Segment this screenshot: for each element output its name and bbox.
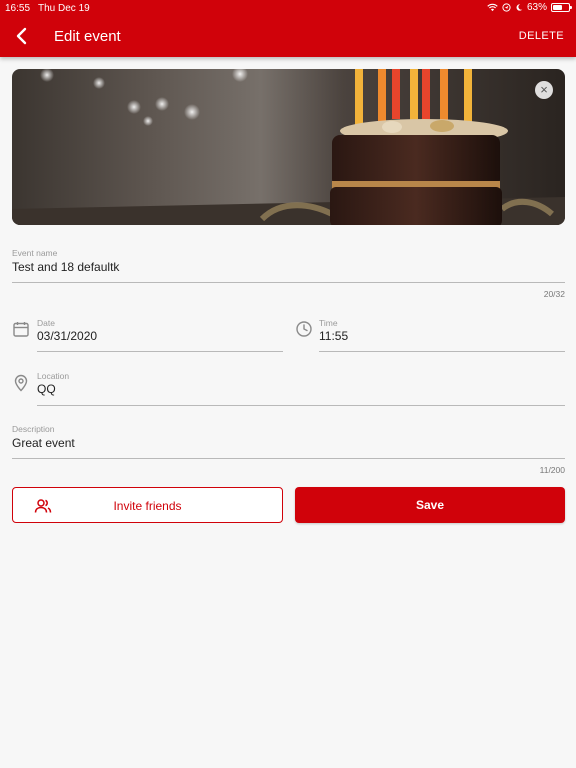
time-label: Time (319, 318, 338, 328)
description-field[interactable]: Great event (12, 436, 75, 450)
status-date: Thu Dec 19 (38, 3, 90, 14)
invite-friends-button[interactable]: Invite friends (12, 487, 283, 523)
date-label: Date (37, 318, 55, 328)
close-icon[interactable]: × (535, 81, 553, 99)
event-name-underline (12, 282, 565, 283)
status-bar: 16:55 Thu Dec 19 63% (0, 0, 576, 16)
app-bar: 16:55 Thu Dec 19 63% Edit event DELETE (0, 0, 576, 57)
battery-fill (553, 5, 562, 10)
status-icons: 63% (487, 2, 572, 13)
event-image[interactable]: × (12, 69, 565, 225)
time-field[interactable]: 11:55 (319, 329, 348, 343)
description-label: Description (12, 424, 55, 434)
location-field[interactable]: QQ (37, 382, 56, 396)
battery-percent: 63% (526, 2, 547, 13)
save-button[interactable]: Save (295, 487, 565, 523)
location-underline (37, 405, 565, 406)
battery-icon (551, 3, 572, 12)
event-name-field[interactable]: Test and 18 defaultk (12, 260, 119, 274)
delete-button[interactable]: DELETE (519, 30, 564, 42)
event-name-label: Event name (12, 248, 58, 258)
location-pin-icon (14, 374, 28, 392)
time-underline (319, 351, 565, 352)
page-title: Edit event (54, 28, 121, 45)
date-underline (37, 351, 283, 352)
description-underline (12, 458, 565, 459)
description-counter: 11/200 (539, 465, 565, 475)
cake-photo (12, 69, 565, 225)
chevron-left-icon[interactable] (12, 26, 32, 46)
save-label: Save (415, 498, 445, 512)
location-label: Location (37, 371, 70, 381)
date-field[interactable]: 03/31/2020 (37, 329, 97, 343)
event-name-counter: 20/32 (543, 289, 565, 299)
moon-icon (516, 4, 523, 11)
wifi-icon (487, 3, 498, 12)
invite-friends-label: Invite friends (113, 499, 182, 513)
status-time: 16:55 (5, 3, 31, 14)
calendar-icon (13, 322, 29, 337)
clock-icon (296, 321, 312, 337)
location-icon (502, 3, 511, 12)
